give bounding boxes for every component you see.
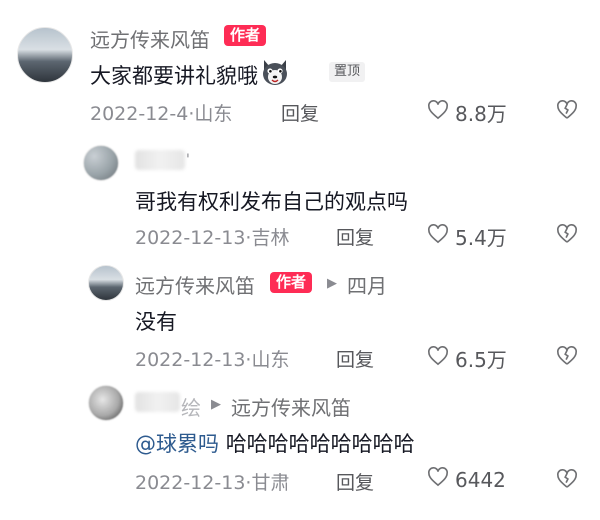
triangle-right-icon: ▶ [211, 397, 221, 412]
like-count: 5.4万 [455, 226, 507, 250]
comment-text: 大家都要讲礼貌哦 [90, 64, 258, 88]
comment-meta: 2022-12-4·山东 [90, 99, 232, 126]
comment-meta: 2022-12-13·山东 [135, 345, 289, 372]
comment-date: 2022-12-13 [135, 472, 246, 494]
like-button[interactable]: 8.8万 [427, 98, 507, 127]
comment-location: 山东 [194, 103, 233, 125]
like-count: 6.5万 [455, 348, 507, 372]
like-count: 8.8万 [455, 102, 507, 126]
commenter-name-tail: 绘 [181, 396, 201, 420]
comment-meta: 2022-12-13·甘肃 [135, 468, 289, 495]
comment-text: 没有 [135, 310, 177, 334]
comment-text-line: @球累吗 哈哈哈哈哈哈哈哈哈 [135, 428, 415, 458]
like-button[interactable]: 5.4万 [427, 222, 507, 251]
pinned-badge: 置顶 [329, 62, 366, 82]
avatar[interactable] [88, 385, 124, 421]
comment-text: 哥我有权利发布自己的观点吗 [135, 190, 408, 214]
like-button[interactable]: 6.5万 [427, 344, 507, 373]
heart-outline-icon [427, 100, 449, 125]
reply-to-name[interactable]: 远方传来风笛 [231, 392, 351, 421]
comment-location: 甘肃 [251, 472, 290, 494]
comment-text: 哈哈哈哈哈哈哈哈哈 [225, 432, 415, 456]
commenter-name-blurred[interactable] [135, 150, 185, 170]
triangle-right-icon: ▶ [327, 276, 337, 291]
heart-outline-icon [427, 467, 449, 492]
heart-outline-icon [427, 346, 449, 371]
comment-meta: 2022-12-13·吉林 [135, 223, 289, 250]
broken-heart-icon[interactable] [556, 224, 578, 248]
comment-date: 2022-12-13 [135, 349, 246, 371]
commenter-name[interactable]: 远方传来风笛 [90, 24, 210, 53]
mention-link[interactable]: @球累吗 [135, 432, 219, 456]
comment-location: 山东 [251, 349, 290, 371]
heart-outline-icon [427, 224, 449, 249]
like-button[interactable]: 6442 [427, 467, 506, 492]
commenter-name[interactable]: 远方传来风笛 [135, 270, 255, 299]
commenter-name-suffix: ' [186, 152, 190, 168]
broken-heart-icon[interactable] [556, 469, 578, 493]
reply-button[interactable]: 回复 [336, 223, 374, 250]
comment-date: 2022-12-13 [135, 227, 246, 249]
author-badge: 作者 [224, 25, 267, 46]
author-badge: 作者 [270, 272, 313, 293]
avatar[interactable] [83, 145, 119, 181]
avatar[interactable] [17, 27, 73, 83]
reply-button[interactable]: 回复 [281, 99, 319, 126]
husky-dog-emoji-icon [260, 57, 290, 87]
broken-heart-icon[interactable] [556, 100, 578, 124]
broken-heart-icon[interactable] [556, 346, 578, 370]
comment-date: 2022-12-4 [90, 103, 189, 125]
reply-button[interactable]: 回复 [336, 468, 374, 495]
commenter-name-blurred[interactable] [135, 392, 180, 412]
reply-button[interactable]: 回复 [336, 345, 374, 372]
comment-location: 吉林 [251, 227, 290, 249]
avatar[interactable] [88, 265, 124, 301]
like-count: 6442 [455, 467, 506, 492]
reply-to-name[interactable]: 四月 [347, 270, 387, 299]
